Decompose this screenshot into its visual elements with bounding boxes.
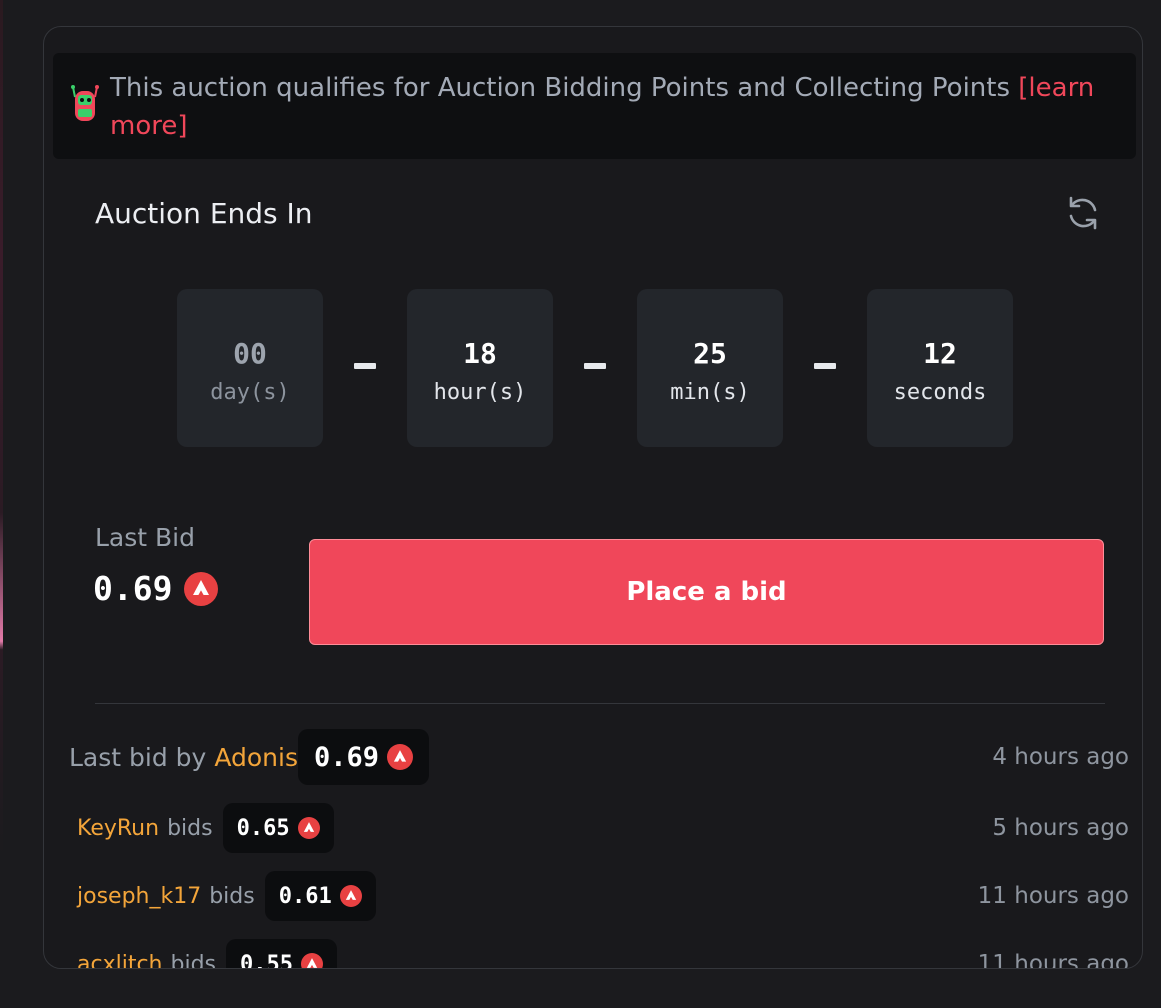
left-edge-strip [0,0,3,855]
bid-user[interactable]: KeyRun [77,816,159,841]
latest-bid-time: 4 hours ago [992,744,1129,770]
countdown-seconds-label: seconds [893,380,987,405]
points-banner: This auction qualifies for Auction Biddi… [53,53,1136,159]
divider [95,703,1105,704]
countdown-minutes-label: min(s) [670,380,750,405]
bids-word: bids [167,815,213,841]
bid-row: KeyRun bids 0.65 5 hours ago [77,803,1129,853]
countdown-hours-label: hour(s) [433,380,527,405]
latest-bid-prefix: Last bid by [69,742,207,772]
bids-word: bids [170,951,217,969]
bid-time: 11 hours ago [977,883,1129,909]
auction-ends-title: Auction Ends In [95,197,313,230]
countdown-days: 00 day(s) [177,289,323,447]
countdown-hours-value: 18 [463,337,497,370]
last-bid-label: Last Bid [95,523,195,552]
latest-bid-amount: 0.69 [313,741,380,773]
latest-bid-row: Last bid by Adonis 0.69 4 hours ago [69,729,1129,785]
countdown-minutes: 25 min(s) [637,289,783,447]
avax-icon [184,571,219,606]
bid-time: 11 hours ago [977,951,1129,969]
avax-icon [297,817,320,839]
countdown-separator [814,363,836,369]
bid-amount: 0.61 [278,883,332,909]
countdown-separator [354,363,376,369]
bid-time: 5 hours ago [992,815,1129,841]
bid-amount-pill: 0.55 [226,939,337,969]
bid-user[interactable]: acxlitch [77,952,163,969]
avax-icon [301,953,323,968]
latest-bid-amount-pill: 0.69 [297,729,430,785]
latest-bid-user[interactable]: Adonis [214,743,298,772]
bid-amount-pill: 0.61 [264,871,376,921]
auction-panel: Auction Ends In 00 day(s) 18 hour(s) 25 … [53,159,1136,969]
refresh-icon[interactable] [1063,193,1103,233]
countdown-seconds-value: 12 [923,337,957,370]
last-bid-amount: 0.69 [93,569,173,608]
avax-icon [339,885,362,907]
bid-amount: 0.55 [240,951,293,969]
bid-amount: 0.65 [236,815,290,841]
banner-message: This auction qualifies for Auction Biddi… [110,69,1120,145]
countdown-minutes-value: 25 [693,337,727,370]
countdown-seconds: 12 seconds [867,289,1013,447]
place-bid-button[interactable]: Place a bid [309,539,1104,645]
bid-amount-pill: 0.65 [222,803,334,853]
bid-user[interactable]: joseph_k17 [77,884,201,909]
auction-card: This auction qualifies for Auction Biddi… [43,26,1143,969]
banner-text: This auction qualifies for Auction Biddi… [110,73,1019,103]
countdown-separator [584,363,606,369]
last-bid-value: 0.69 [93,569,219,608]
avax-icon [387,744,414,770]
countdown-hours: 18 hour(s) [407,289,553,447]
bid-row: joseph_k17 bids 0.61 11 hours ago [77,871,1129,921]
bid-row: acxlitch bids 0.55 11 hours ago [77,939,1129,969]
countdown-days-label: day(s) [210,380,290,405]
robot-mascot-icon [71,85,99,121]
countdown-days-value: 00 [233,337,267,370]
bids-word: bids [209,883,255,909]
